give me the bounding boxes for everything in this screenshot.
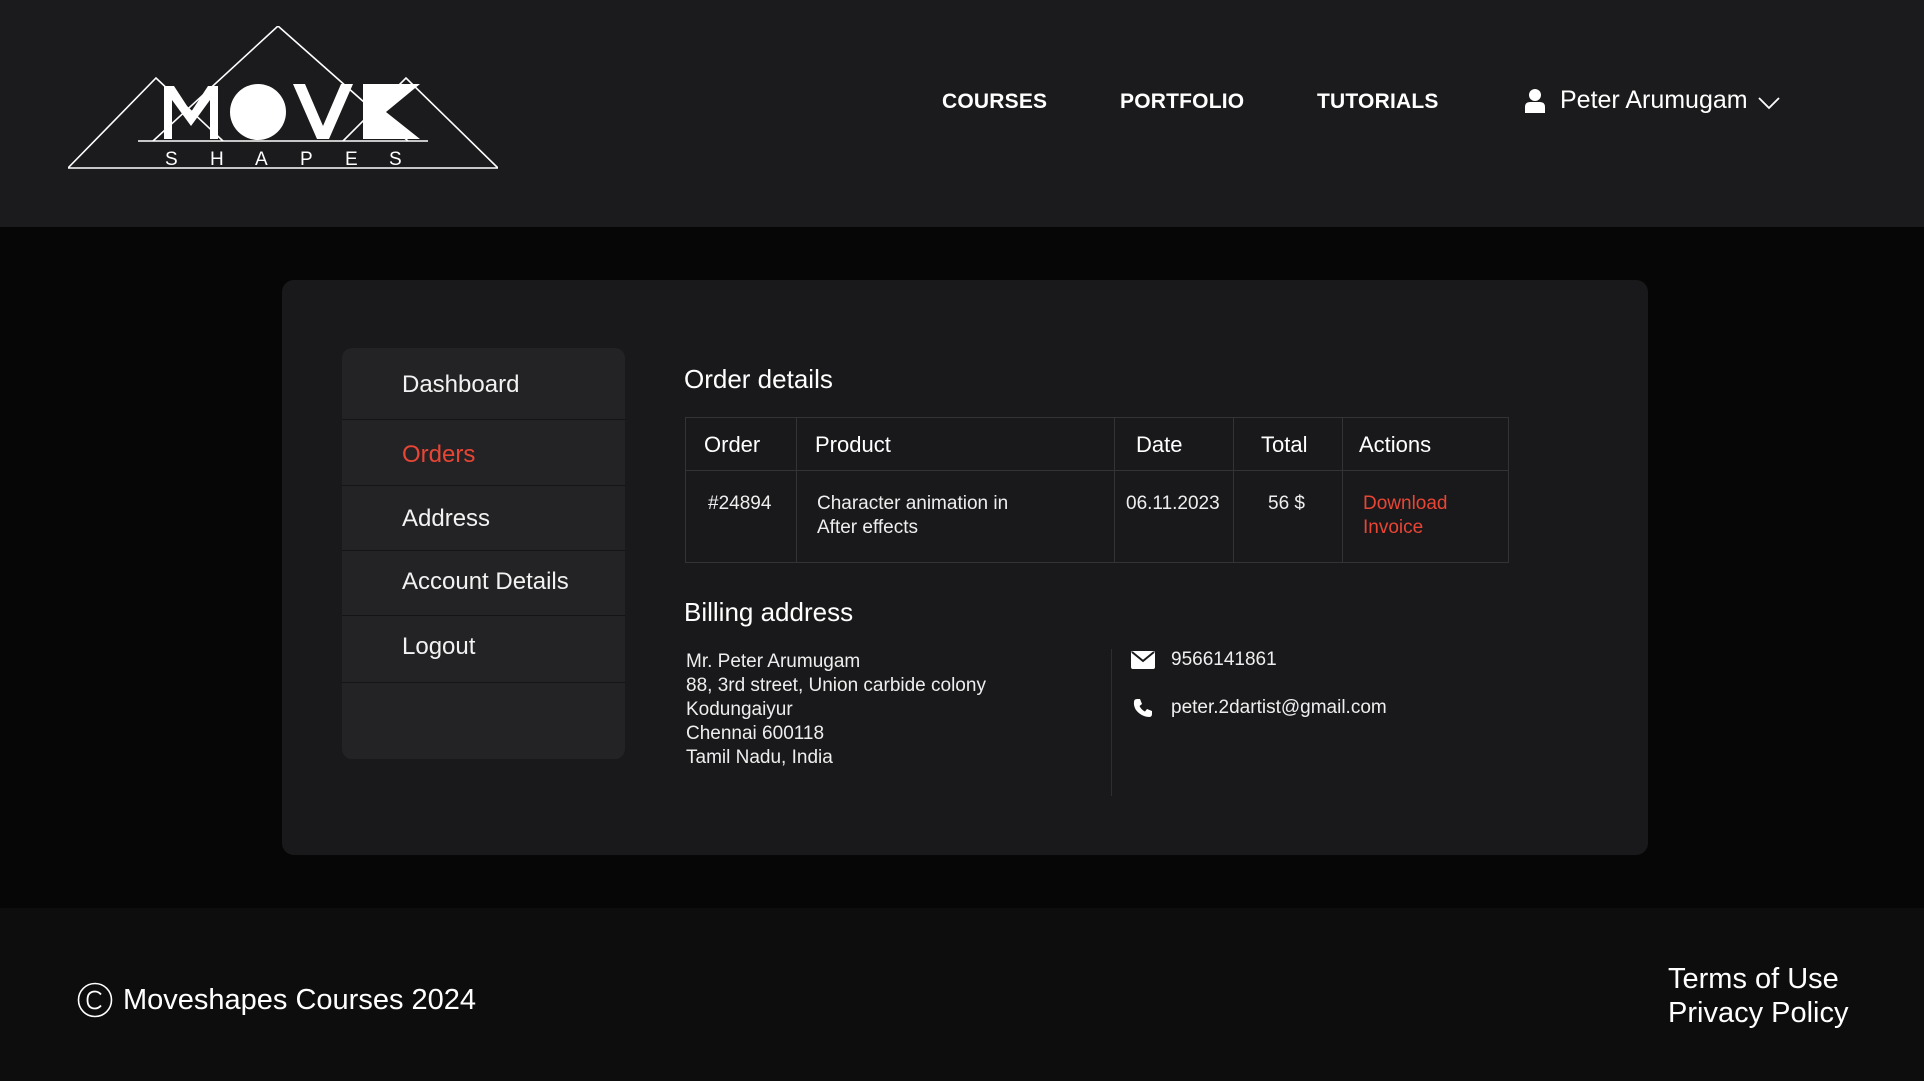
billing-divider	[1111, 649, 1112, 796]
billing-phone: 9566141861	[1131, 649, 1277, 671]
address-line: Mr. Peter Arumugam	[686, 651, 861, 672]
column-header-total: Total	[1261, 432, 1308, 457]
column-header-product: Product	[815, 432, 891, 457]
sidebar-item-address[interactable]: Address	[342, 486, 625, 551]
orders-table: Order Product Date Total Actions #24894 …	[685, 417, 1509, 563]
svg-text:S: S	[389, 149, 402, 170]
nav-courses[interactable]: COURSES	[942, 90, 1047, 114]
order-total: 56 $	[1268, 493, 1305, 514]
column-header-date: Date	[1136, 432, 1183, 457]
column-header-actions: Actions	[1359, 432, 1432, 457]
account-sidebar: Dashboard Orders Address Account Details…	[342, 348, 625, 759]
phone-icon	[1131, 698, 1155, 718]
terms-of-use-link[interactable]: Terms of Use	[1668, 962, 1849, 996]
sidebar-item-logout[interactable]: Logout	[342, 616, 625, 683]
download-invoice-line: Invoice	[1363, 517, 1424, 538]
nav-portfolio[interactable]: PORTFOLIO	[1120, 90, 1244, 114]
address-line: Kodungaiyur	[686, 699, 793, 720]
account-card: Dashboard Orders Address Account Details…	[282, 280, 1648, 855]
user-icon	[1525, 88, 1545, 113]
sidebar-item-orders[interactable]: Orders	[342, 420, 625, 486]
download-invoice-link[interactable]: Download Invoice	[1363, 492, 1448, 540]
product-line: After effects	[817, 517, 919, 538]
svg-text:P: P	[300, 149, 313, 170]
logo-graphic: S H A P E S	[68, 26, 498, 170]
address-line: Tamil Nadu, India	[686, 747, 833, 768]
email-address: peter.2dartist@gmail.com	[1171, 697, 1387, 718]
order-date: 06.11.2023	[1126, 493, 1220, 514]
logo-subtitle: S H A P E S	[165, 149, 402, 170]
order-number: #24894	[708, 493, 772, 514]
svg-text:E: E	[345, 149, 358, 170]
phone-number: 9566141861	[1171, 649, 1277, 670]
download-invoice-line: Download	[1363, 493, 1448, 514]
site-footer: Moveshapes Courses 2024 Terms of Use Pri…	[0, 908, 1924, 1081]
envelope-icon	[1131, 650, 1155, 670]
chevron-down-icon	[1757, 96, 1780, 109]
billing-address-block: Mr. Peter Arumugam 88, 3rd street, Union…	[686, 650, 986, 770]
user-menu[interactable]: Peter Arumugam	[1524, 86, 1780, 115]
footer-links: Terms of Use Privacy Policy	[1668, 962, 1849, 1030]
moveshapes-logo[interactable]: S H A P E S	[68, 26, 498, 171]
user-name: Peter Arumugam	[1560, 86, 1748, 114]
copyright-text: Moveshapes Courses 2024	[123, 983, 477, 1016]
billing-email: peter.2dartist@gmail.com	[1131, 697, 1387, 719]
column-header-order: Order	[704, 432, 761, 457]
svg-text:H: H	[210, 149, 224, 170]
svg-text:A: A	[255, 149, 268, 170]
address-line: Chennai 600118	[686, 723, 825, 744]
address-line: 88, 3rd street, Union carbide colony	[686, 675, 986, 696]
nav-tutorials[interactable]: TUTORIALS	[1317, 90, 1439, 114]
order-details-title: Order details	[684, 364, 833, 394]
order-product: Character animation in After effects	[817, 492, 1008, 540]
svg-text:S: S	[165, 149, 178, 170]
copyright: Moveshapes Courses 2024	[77, 982, 476, 1018]
site-header: S H A P E S COURSES PORTFOLIO TUTORIALS …	[0, 0, 1924, 227]
sidebar-item-dashboard[interactable]: Dashboard	[342, 348, 625, 420]
privacy-policy-link[interactable]: Privacy Policy	[1668, 996, 1849, 1030]
sidebar-item-account-details[interactable]: Account Details	[342, 551, 625, 616]
product-line: Character animation in	[817, 493, 1009, 514]
copyright-icon	[77, 982, 113, 1018]
billing-address-title: Billing address	[684, 597, 854, 627]
